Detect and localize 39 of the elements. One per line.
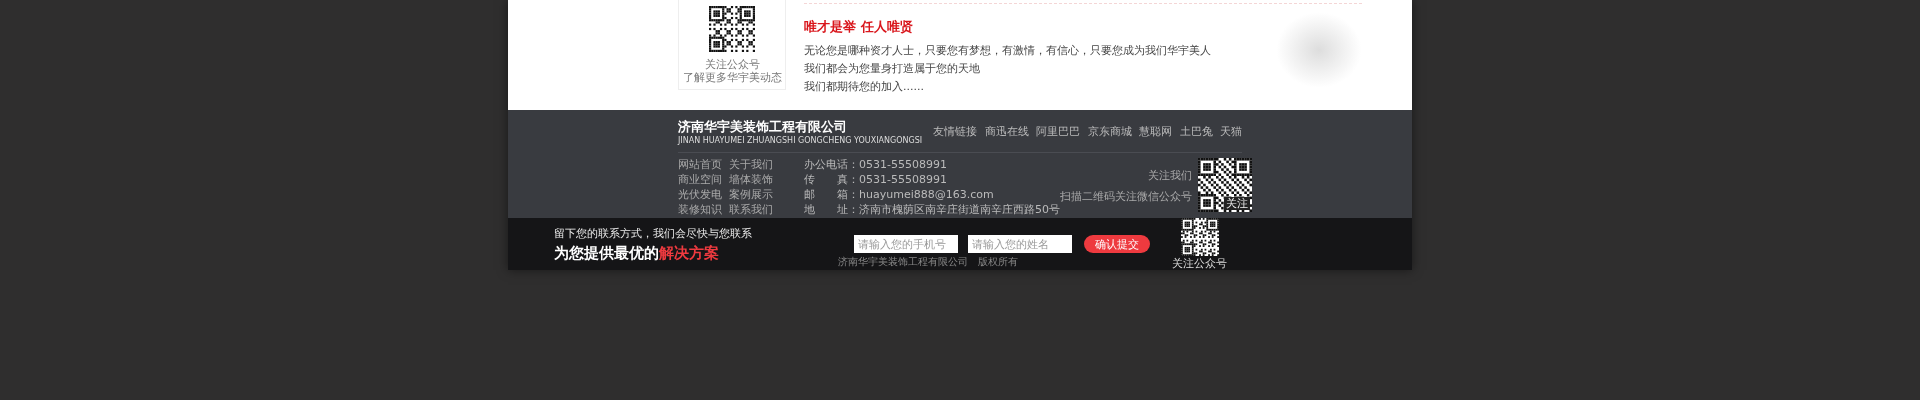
footer-nav-link[interactable]: 墙体装饰 [729,173,780,186]
recruit-text: 无论您是哪种资才人士，只要您有梦想，有激情，有信心，只要您成为我们华宇美人 [804,44,1211,58]
footer-nav-link[interactable]: 联系我们 [729,203,780,216]
qr-code [1198,158,1252,212]
contact-info: 地 址：济南市槐荫区南辛庄街道南辛庄西路50号 [804,203,1060,216]
logo-pinyin: JINAN HUAYUMEI ZHUANGSHI GONGCHENG YOUXIANGONGSI [678,135,924,145]
contact-info: 邮 箱：huayumei888@163.com [804,188,995,201]
footer-nav-link[interactable]: 商业空间 [678,173,729,186]
input-field[interactable]: 请输入您的手机号 [854,235,958,253]
recruit-text: 我们都期待您的加入...... [804,80,925,94]
qr-caption: 关注公众号 [1172,257,1227,270]
friend-link[interactable]: 京东商城 [1087,123,1132,139]
friend-link[interactable]: 友情链接 [933,123,977,139]
contact-info: 办公电话：0531-55508991 [804,158,948,171]
recruit-title: 唯才是举 任人唯贤 [804,18,914,36]
friend-link[interactable]: 土巴兔 [1179,123,1213,139]
friend-link[interactable]: 慧聪网 [1139,123,1172,139]
qr-code [709,6,755,52]
follow-text: 关注我们 [1148,168,1192,183]
copyright-text: 济南华宇美装饰工程有限公司 版权所有 [838,255,1018,269]
friend-link[interactable]: 阿里巴巴 [1036,123,1080,139]
friend-link[interactable]: 天猫 [1220,123,1242,139]
footer-nav-link[interactable]: 装修知识 [678,203,729,216]
input-field[interactable]: 请输入您的姓名 [968,235,1072,253]
footer-nav-link[interactable]: 关于我们 [729,158,780,171]
follow-text: 扫描二维码关注微信公众号 [1060,189,1192,204]
friend-link[interactable]: 商迅在线 [984,123,1029,139]
qr-label: 关注 [1224,197,1250,210]
submit-button[interactable]: 确认提交 [1084,235,1150,253]
contact-info: 传 真：0531-55508991 [804,173,948,186]
contact-subtitle: 留下您的联系方式，我们会尽快与您联系 [554,225,752,241]
footer-nav-link[interactable]: 网站首页 [678,158,729,171]
qr-caption: 了解更多华宇美动态 [682,71,782,84]
recruit-text: 我们都会为您量身打造属于您的天地 [804,62,981,76]
footer-nav-link[interactable]: 光伏发电 [678,188,729,201]
footer-nav-link[interactable]: 案例展示 [729,188,780,201]
qr-caption: 关注公众号 [704,58,760,71]
company-logo: 济南华宇美装饰工程有限公司 [678,117,848,136]
contact-headline: 为您提供最优的解决方案 [554,243,719,263]
